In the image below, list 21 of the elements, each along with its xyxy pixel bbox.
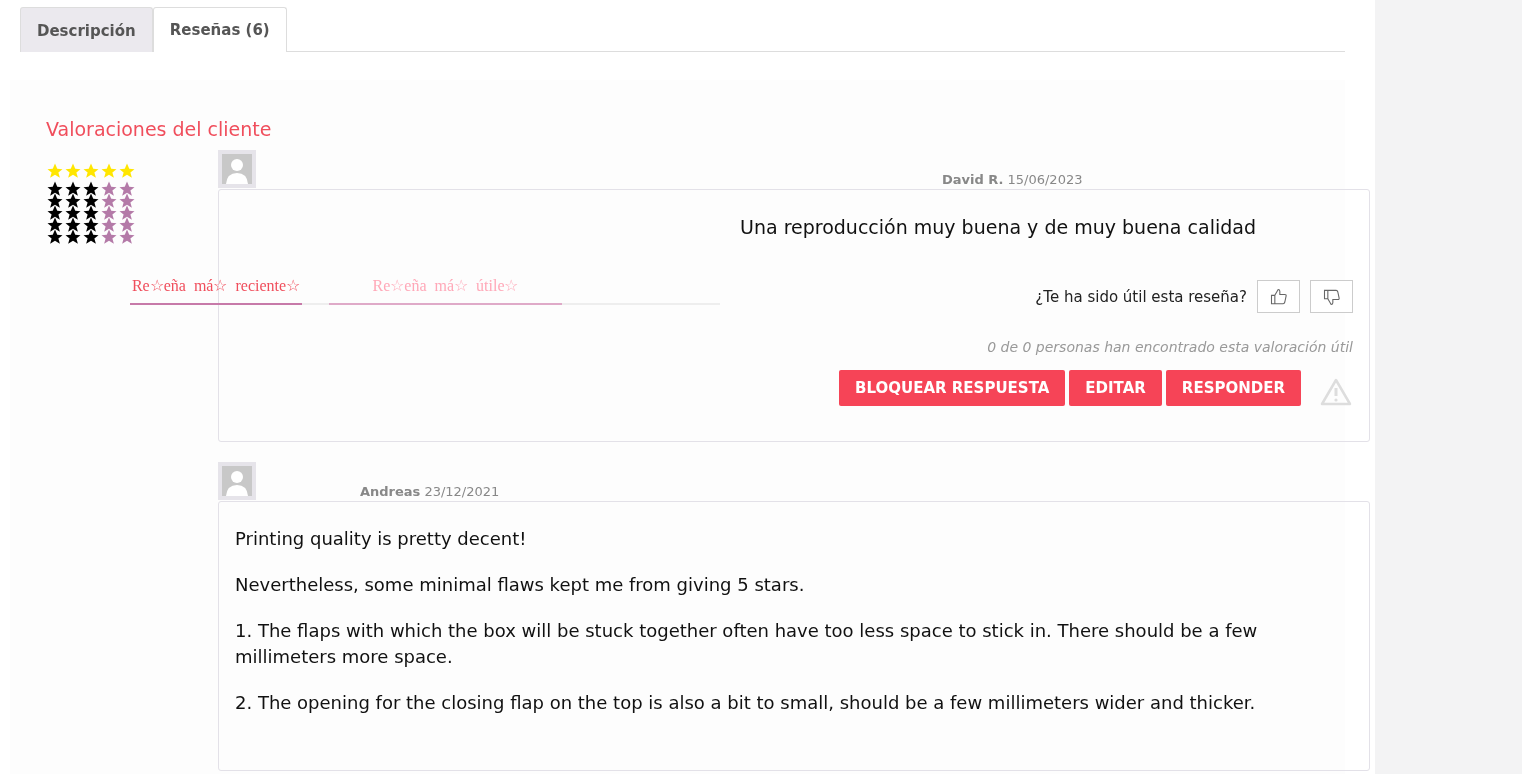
- review-author: Andreas: [360, 484, 421, 499]
- review-text: 2. The opening for the closing flap on the top is also a bit to small, should be a few millimeters wider and thicker.: [235, 691, 1257, 715]
- thumbs-down-icon[interactable]: [1310, 280, 1353, 313]
- review-text: Una reproducción muy buena y de muy buena calidad: [740, 215, 1257, 240]
- action-button[interactable]: RESPONDER: [1165, 370, 1301, 406]
- review-date: 15/06/2023: [1007, 172, 1083, 187]
- sort-tab[interactable]: Re☆eña má☆ útile☆: [329, 272, 562, 305]
- review-text: Printing quality is pretty decent!: [235, 527, 528, 551]
- tab[interactable]: Reseñas (6): [152, 7, 287, 52]
- review-text: 1. The flaps with which the box will be stuck together often have too less space to stick in. There should be a few millimeters more space.: [235, 619, 1259, 669]
- review-text: Nevertheless, some minimal flaws kept me from giving 5 stars.: [235, 573, 806, 597]
- review-date: 23/12/2021: [424, 484, 500, 499]
- section-title: Valoraciones del cliente: [46, 117, 272, 142]
- helpful-question: ¿Te ha sido útil esta reseña?: [1035, 287, 1247, 306]
- helpful-count: 0 de 0 personas han encontrado esta valoración útil: [986, 339, 1353, 355]
- sort-tab[interactable]: Re☆eña má☆ reciente☆: [130, 272, 302, 305]
- action-button[interactable]: EDITAR: [1069, 370, 1162, 406]
- tab[interactable]: Descripción: [20, 7, 153, 52]
- review-author: David R.: [942, 172, 1004, 187]
- action-button[interactable]: BLOQUEAR RESPUESTA: [839, 370, 1066, 406]
- thumbs-up-icon[interactable]: [1257, 280, 1300, 313]
